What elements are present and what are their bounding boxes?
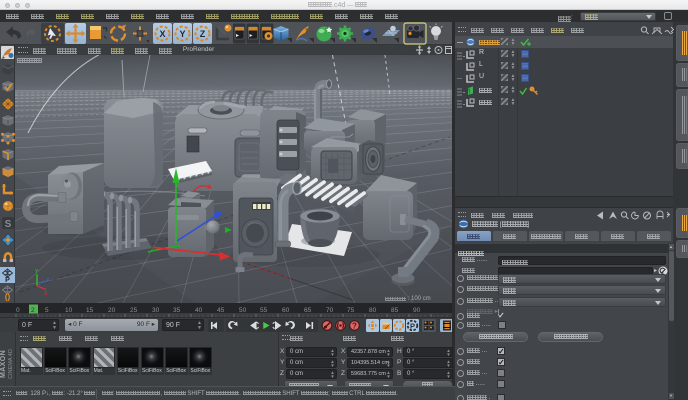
svg-text:?: ? [352,322,357,331]
svg-text:45: 45 [217,307,225,314]
svg-text:P: P [5,277,10,284]
svg-text:Z: Z [46,278,49,284]
svg-text:40: 40 [195,307,203,314]
svg-text:50: 50 [239,307,247,314]
svg-text:20: 20 [108,307,116,314]
svg-text:80: 80 [369,307,377,314]
svg-text:S: S [5,219,12,230]
svg-text:P: P [410,322,415,331]
svg-text:2: 2 [31,307,35,314]
svg-text:85: 85 [391,307,399,314]
svg-text:30: 30 [152,307,160,314]
svg-text:75: 75 [347,307,355,314]
svg-text:25: 25 [130,307,138,314]
svg-text:X: X [159,29,165,39]
svg-text:Z: Z [200,29,206,39]
svg-text:15: 15 [86,307,94,314]
svg-text:90: 90 [413,307,421,314]
svg-text:▸: ▸ [236,33,239,39]
svg-text:0: 0 [16,307,20,314]
svg-text:70: 70 [326,307,334,314]
svg-text:10: 10 [65,307,73,314]
svg-text:Y: Y [179,29,185,39]
svg-text:60: 60 [282,307,290,314]
svg-text:65: 65 [304,307,312,314]
svg-text:(): () [5,293,11,302]
svg-text:35: 35 [173,307,181,314]
svg-text:▸: ▸ [250,33,253,39]
svg-text:55: 55 [260,307,268,314]
svg-text:5: 5 [45,307,49,314]
